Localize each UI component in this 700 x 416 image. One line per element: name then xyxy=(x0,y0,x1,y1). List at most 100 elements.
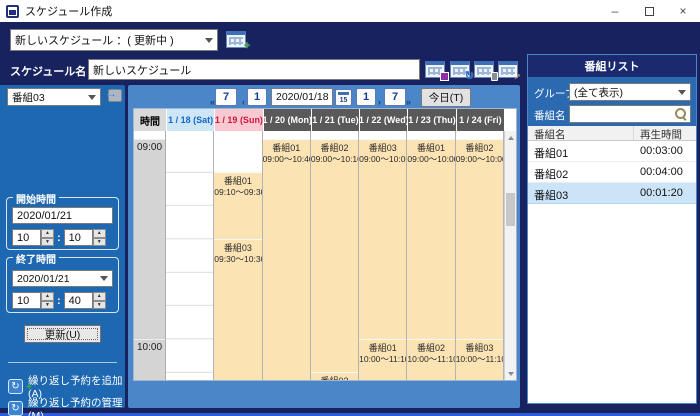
end-minute-stepper: ▲▼ xyxy=(93,292,106,309)
spin-down-icon[interactable]: ▼ xyxy=(93,301,106,310)
calendar-panel: 7 « 1 ‹ 15 1 › 7 » 今日(T) 時間1 / 18 (Sat)1… xyxy=(128,85,520,408)
search-icon[interactable] xyxy=(675,108,687,120)
program-name-label: 番組名 xyxy=(534,108,566,123)
maximize-icon xyxy=(645,7,654,16)
start-minute-value[interactable]: 10 xyxy=(64,229,93,246)
end-time-group: 終了時間 2020/01/21 10 ▲▼ : 40 ▲▼ xyxy=(6,257,119,313)
start-hour-value[interactable]: 10 xyxy=(12,229,41,246)
day-header-4: 1 / 22 (Wed) xyxy=(359,109,407,131)
day-column-5[interactable]: 番組0109:00～10:00番組0210:00～11:10 xyxy=(407,131,455,380)
manage-repeat-reservation-link[interactable]: ↻ 繰り返し予約の管理(M) xyxy=(8,395,125,416)
schedule-event[interactable]: 番組0210:00～11:10 xyxy=(407,339,454,380)
window-title: スケジュール作成 xyxy=(25,3,112,19)
program-column-header-0[interactable]: 番組名 xyxy=(528,126,634,140)
schedule-event[interactable]: 番組0209:00～10:00 xyxy=(456,139,503,339)
schedule-window: スケジュール作成 – × 新しいスケジュール ：( 更新中 ) + スケジュール… xyxy=(0,0,700,416)
schedule-selector-dropdown[interactable]: 新しいスケジュール ：( 更新中 ) xyxy=(10,29,218,51)
schedule-event[interactable]: 番組0309:00～10:00 xyxy=(359,139,406,339)
program-selector-dropdown[interactable]: 番組03 xyxy=(7,88,101,106)
chevron-down-icon xyxy=(678,90,686,95)
group-filter-value: (全て表示) xyxy=(574,85,623,100)
minimize-button[interactable]: – xyxy=(598,0,632,22)
scrollbar-thumb[interactable] xyxy=(506,193,515,226)
back-week-label: 7 xyxy=(223,91,229,103)
chevron-down-icon xyxy=(88,95,96,100)
day-header-2: 1 / 20 (Mon) xyxy=(263,109,311,131)
title-bar[interactable]: スケジュール作成 – × xyxy=(0,0,700,22)
schedule-name-label: スケジュール名 xyxy=(10,63,86,79)
spin-down-icon[interactable]: ▼ xyxy=(93,238,106,247)
assign-program-button[interactable] xyxy=(105,87,125,106)
back-day-label: 1 xyxy=(254,91,260,103)
date-picker-button[interactable]: 15 xyxy=(335,89,352,106)
spin-down-icon[interactable]: ▼ xyxy=(41,301,54,310)
forward-day-label: 1 xyxy=(363,91,369,103)
time-colon: : xyxy=(57,295,61,307)
forward-week-label: 7 xyxy=(392,91,398,103)
day-column-0[interactable] xyxy=(166,131,214,380)
maximize-button[interactable] xyxy=(632,0,666,22)
spin-up-icon[interactable]: ▲ xyxy=(93,229,106,238)
event-time: 09:00～10:00 xyxy=(456,154,503,165)
export-schedule-button[interactable]: → xyxy=(497,60,519,81)
window-controls: – × xyxy=(598,0,700,22)
current-date-input[interactable] xyxy=(271,88,333,106)
end-date-dropdown[interactable]: 2020/01/21 xyxy=(12,270,113,287)
end-hour-value[interactable]: 10 xyxy=(12,292,41,309)
schedule-event[interactable]: 番組0109:00～10:00 xyxy=(407,139,454,339)
schedule-event[interactable]: 番組0110:00～11:10 xyxy=(359,339,406,380)
spin-down-icon[interactable]: ▼ xyxy=(41,238,54,247)
update-button[interactable]: 更新(U) xyxy=(24,325,101,343)
day-column-1[interactable]: 番組0109:10～09:30番組0309:30～10:30 xyxy=(214,131,262,380)
day-column-4[interactable]: 番組0309:00～10:00番組0110:00～11:10 xyxy=(359,131,407,380)
day-column-2[interactable]: 番組0109:00～10:40 xyxy=(263,131,311,380)
program-search-input[interactable] xyxy=(569,105,691,123)
chevron-down-icon xyxy=(100,276,108,281)
event-name: 番組03 xyxy=(311,376,358,380)
start-date-input[interactable] xyxy=(12,207,113,224)
forward-day-button[interactable]: 1 › xyxy=(356,88,376,106)
schedule-event[interactable]: 番組0309:30～10:30 xyxy=(214,239,261,380)
grid-header-row: 時間1 / 18 (Sat)1 / 19 (Sun)1 / 20 (Mon)1 … xyxy=(134,109,516,131)
program-table-rows: 番組0100:03:00番組0200:04:00番組0300:01:20 xyxy=(528,141,696,204)
scroll-down-button[interactable] xyxy=(505,367,516,380)
calendar-delete-icon xyxy=(474,61,494,78)
spin-up-icon[interactable]: ▲ xyxy=(41,292,54,301)
delete-schedule-button[interactable] xyxy=(473,60,495,81)
event-name: 番組01 xyxy=(359,343,406,354)
calendar-export-icon: → xyxy=(498,61,518,78)
back-week-button[interactable]: 7 « xyxy=(215,88,237,106)
close-button[interactable]: × xyxy=(666,0,700,22)
spin-up-icon[interactable]: ▲ xyxy=(93,292,106,301)
program-row[interactable]: 番組0200:04:00 xyxy=(528,162,696,183)
schedule-event[interactable]: 番組0310:10～10:40 xyxy=(311,372,358,380)
start-time-title: 開始時間 xyxy=(13,191,59,206)
event-name: 番組02 xyxy=(456,143,503,154)
event-time: 09:00～10:40 xyxy=(263,154,310,165)
double-left-arrow-icon: « xyxy=(210,97,215,107)
program-row[interactable]: 番組0300:01:20 xyxy=(528,183,696,204)
schedule-name-input[interactable] xyxy=(88,59,420,80)
program-row[interactable]: 番組0100:03:00 xyxy=(528,141,696,162)
forward-week-button[interactable]: 7 » xyxy=(384,88,406,106)
event-name: 番組01 xyxy=(214,176,261,187)
day-column-3[interactable]: 番組0209:00～10:10番組0310:10～10:40 xyxy=(311,131,359,380)
program-column-header-1[interactable]: 再生時間 xyxy=(634,126,682,140)
double-right-arrow-icon: » xyxy=(406,97,411,107)
end-minute-value[interactable]: 40 xyxy=(64,292,93,309)
schedule-event[interactable]: 番組0109:00～10:40 xyxy=(263,139,310,380)
schedule-event[interactable]: 番組0310:00～11:10 xyxy=(456,339,503,380)
schedule-event[interactable]: 番組0109:10～09:30 xyxy=(214,172,261,239)
back-day-button[interactable]: 1 ‹ xyxy=(247,88,267,106)
today-button[interactable]: 今日(T) xyxy=(421,88,471,107)
day-column-6[interactable]: 番組0209:00～10:00番組0310:00～11:10 xyxy=(456,131,504,380)
reload-schedule-button[interactable]: ↻ xyxy=(449,60,471,81)
vertical-scrollbar[interactable] xyxy=(504,131,516,380)
group-filter-dropdown[interactable]: (全て表示) xyxy=(569,83,691,101)
spin-up-icon[interactable]: ▲ xyxy=(41,229,54,238)
new-schedule-button[interactable]: + xyxy=(222,29,250,53)
scroll-up-button[interactable] xyxy=(505,131,516,144)
schedule-event[interactable]: 番組0209:00～10:10 xyxy=(311,139,358,372)
day-header-6: 1 / 24 (Fri) xyxy=(456,109,504,131)
save-schedule-button[interactable] xyxy=(424,60,446,81)
